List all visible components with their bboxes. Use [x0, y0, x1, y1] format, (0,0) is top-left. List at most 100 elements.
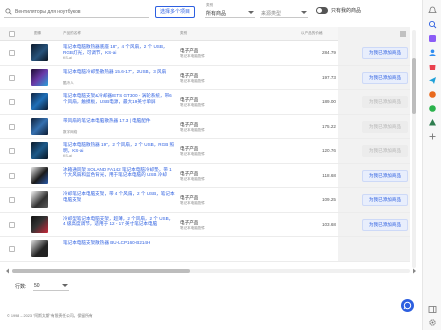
row-checkbox[interactable] [9, 99, 15, 105]
column-header-price[interactable]: 以产品的价格 [301, 31, 323, 36]
product-title-link[interactable]: 笔记本电脑支架&冷却器IETS GT300 - 涡轮系统，带6个风扇，触摸板，U… [63, 93, 175, 104]
category-select[interactable]: 类别 所有商品 [205, 3, 255, 18]
app-icon[interactable] [428, 118, 437, 127]
add-product-button[interactable]: 为我已添加商品 [362, 47, 408, 59]
product-title-link[interactable]: 笔记本电脑冷却垫散热器 15.6-17"，2USB，3 风扇 [63, 69, 175, 75]
toggle-knob [317, 8, 322, 13]
help-chat-button[interactable] [401, 299, 414, 312]
add-icon[interactable] [428, 132, 437, 141]
table-row[interactable]: 冷却笔记本电脑支架，带 4 个风扇，2 个 USB，笔记本电脑支架 电子产品 笔… [0, 188, 410, 213]
product-brand: 酷冷人 [63, 80, 74, 85]
category-label: 类别 [206, 3, 214, 7]
chevron-down-icon [62, 284, 68, 287]
product-title-link[interactable]: 笔记本电脑支架散热器 BU-LCP160-B214H [63, 240, 175, 246]
category-secondary: 笔记本电脑配件 [180, 127, 206, 132]
add-product-button[interactable]: 为我已添加商品 [362, 194, 408, 206]
product-brand: KS-ai [63, 154, 72, 158]
product-title-link[interactable]: 带风扇的笔记本电脑散热器 17.3 | 电脑配件 [63, 118, 175, 124]
add-product-button[interactable]: 为我已添加商品 [362, 71, 408, 84]
multi-select-button[interactable]: 选择多个项目 [155, 6, 195, 18]
product-title-link[interactable]: 冰箱通风架 SOLAND FA142 笔记本电脑冷却垫，带 1 个大风扇和蓝色背… [63, 167, 175, 178]
add-product-button[interactable]: 为我已添加商品 [362, 218, 408, 231]
table-row[interactable]: 冷却型笔记本电脑支架，超薄，2 个风扇，2 个 USB，4 级高度调节，适用于 … [0, 212, 410, 237]
row-checkbox[interactable] [9, 123, 15, 130]
profile-icon[interactable] [428, 48, 437, 57]
table-row[interactable]: 冰箱通风架 SOLAND FA142 笔记本电脑冷却垫，带 1 个大风扇和蓝色背… [0, 163, 410, 188]
scroll-right-icon[interactable] [411, 268, 417, 274]
product-title-link[interactable]: 笔记本电脑散热器 19"，2 个风扇，2 个 USB，RGB 照明，KS-ai [63, 142, 175, 153]
search-input[interactable]: Вентиляторы для ноутбуков [4, 6, 149, 18]
column-header-category[interactable]: 类别 [180, 31, 187, 36]
search-icon [5, 8, 12, 15]
product-thumbnail [31, 240, 48, 257]
product-thumbnail [31, 68, 48, 86]
category-secondary: 笔记本电脑配件 [180, 152, 206, 156]
row-checkbox[interactable] [9, 74, 15, 81]
add-product-button: 为我已添加商品 [362, 96, 408, 108]
price-value: 189.00 [321, 99, 336, 104]
scrollbar-thumb[interactable] [412, 58, 416, 114]
action-cell [338, 237, 410, 261]
product-thumbnail [31, 142, 48, 159]
only-mine-label: 只有我的商品 [331, 8, 362, 14]
select-all-checkbox[interactable] [9, 31, 15, 37]
rows-per-page-value: 50 [34, 283, 40, 289]
table-row[interactable]: 笔记本电脑散热器底座 18"，4 个风扇，2 个 USB，RGB灯光，可调节，K… [0, 41, 410, 66]
extension-icon[interactable] [428, 104, 437, 113]
chevron-down-icon [248, 11, 254, 14]
category-secondary: 笔记本电脑配件 [180, 78, 206, 83]
table-row[interactable]: 笔记本电脑支架&冷却器IETS GT300 - 涡轮系统，带6个风扇，触摸板，U… [0, 90, 410, 115]
send-icon[interactable] [428, 76, 437, 85]
scroll-left-icon[interactable] [5, 268, 11, 274]
product-thumbnail [31, 117, 48, 135]
product-thumbnail [31, 93, 48, 110]
add-product-button: 为我已添加商品 [362, 145, 408, 157]
source-type-select[interactable]: 来源类型 [260, 6, 308, 18]
table-row[interactable]: 笔记本电脑支架散热器 BU-LCP160-B214H [0, 237, 410, 262]
category-secondary: 笔记本电脑配件 [180, 103, 206, 107]
table-row[interactable]: 笔记本电脑冷却垫散热器 15.6-17"，2USB，3 风扇 酷冷人 电子产品 … [0, 65, 410, 90]
products-table: 图像 产品的名称 类别 以产品的价格 笔记本电脑散热器底座 18"，4 个风扇，… [0, 27, 410, 267]
product-brand: 数字网络 [63, 129, 78, 134]
product-brand: KS-ai [63, 56, 72, 60]
row-checkbox[interactable] [9, 172, 15, 179]
row-checkbox[interactable] [9, 197, 15, 203]
row-checkbox[interactable] [9, 246, 15, 252]
price-value: 109.25 [321, 197, 336, 202]
vertical-scrollbar[interactable] [412, 30, 416, 268]
add-product-button[interactable]: 为我已添加商品 [362, 169, 408, 182]
category-value: 所有商品 [206, 11, 227, 17]
table-row[interactable]: 带风扇的笔记本电脑散热器 17.3 | 电脑配件 数字网络 电子产品 笔记本电脑… [0, 114, 410, 139]
bell-icon[interactable] [428, 6, 437, 15]
search-icon[interactable] [428, 20, 437, 29]
only-mine-toggle[interactable] [316, 7, 328, 14]
category-secondary: 笔记本电脑配件 [180, 176, 206, 181]
price-value: 197.73 [321, 74, 336, 80]
shopping-icon[interactable] [428, 62, 437, 71]
gear-icon[interactable] [428, 318, 437, 327]
rows-per-page-select[interactable]: 50 [33, 280, 69, 291]
rows-per-page-label: 行数: [15, 284, 27, 290]
row-checkbox[interactable] [9, 221, 15, 228]
horizontal-scrollbar[interactable] [12, 269, 410, 273]
search-value: Вентиляторы для ноутбуков [15, 9, 81, 15]
source-type-placeholder: 来源类型 [261, 11, 282, 17]
tools-icon[interactable] [428, 34, 437, 43]
column-settings-icon[interactable] [399, 30, 407, 38]
category-secondary: 笔记本电脑配件 [180, 201, 206, 205]
price-value: 175.22 [321, 123, 336, 129]
column-header-product-name[interactable]: 产品的名称 [63, 31, 81, 36]
table-row[interactable]: 笔记本电脑散热器 19"，2 个风扇，2 个 USB，RGB 照明，KS-ai … [0, 139, 410, 164]
product-thumbnail [31, 191, 48, 208]
product-title-link[interactable]: 笔记本电脑散热器底座 18"，4 个风扇，2 个 USB，RGB灯光，可调节，K… [63, 44, 175, 55]
help-icon [403, 301, 412, 310]
product-thumbnail [31, 215, 48, 233]
row-checkbox[interactable] [9, 148, 15, 154]
chat-icon[interactable] [428, 90, 437, 99]
product-title-link[interactable]: 冷却笔记本电脑支架，带 4 个风扇，2 个 USB，笔记本电脑支架 [63, 191, 175, 202]
browser-side-rail [422, 0, 441, 330]
sidebar-toggle-icon[interactable] [428, 305, 437, 314]
row-checkbox[interactable] [9, 50, 15, 56]
scrollbar-thumb[interactable] [12, 269, 190, 273]
product-title-link[interactable]: 冷却型笔记本电脑支架，超薄，2 个风扇，2 个 USB，4 级高度调节，适用于 … [63, 216, 175, 227]
